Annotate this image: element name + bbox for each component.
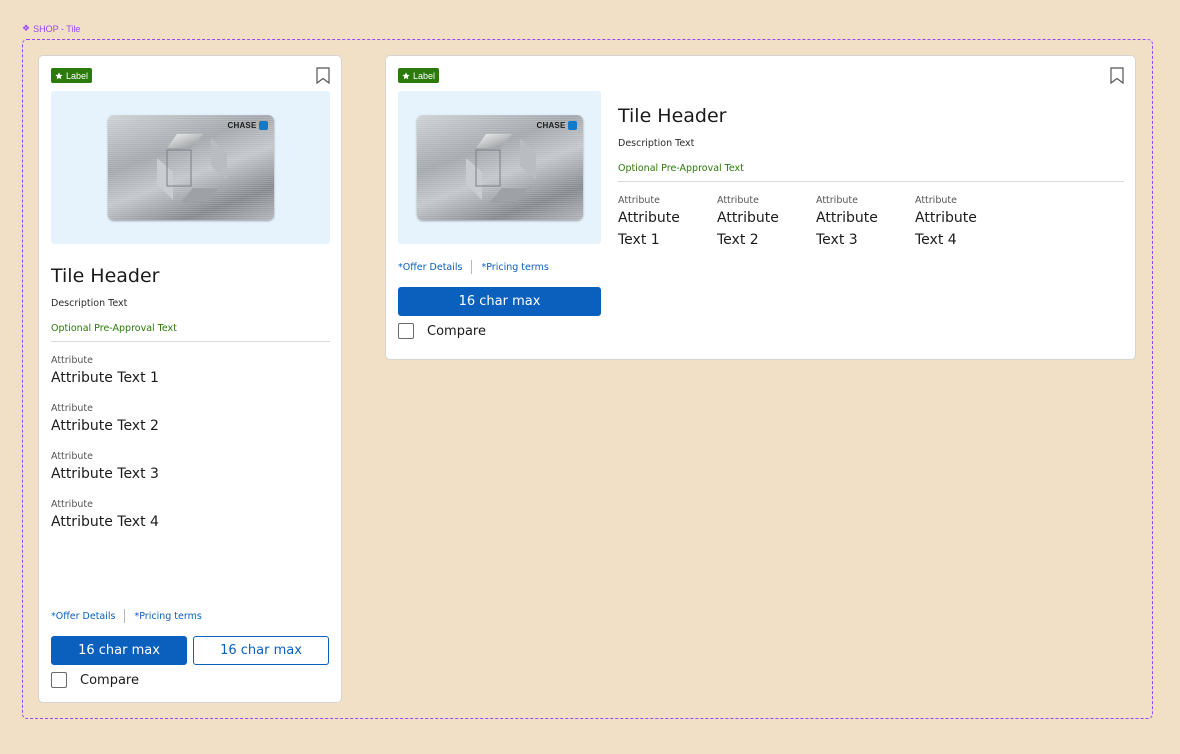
compare-label: Compare <box>427 323 486 339</box>
compare-label: Compare <box>80 672 139 688</box>
primary-cta-button[interactable]: 16 char max <box>51 636 187 665</box>
attribute-value-4: Attribute Text 4 <box>51 514 159 530</box>
compare-checkbox[interactable]: Compare <box>51 672 139 688</box>
checkbox-icon[interactable] <box>51 672 67 688</box>
secondary-cta-button[interactable]: 16 char max <box>193 636 329 665</box>
divider <box>618 181 1124 182</box>
divider <box>51 341 330 342</box>
description-text: Description Text <box>618 138 695 149</box>
tile-header: Tile Header <box>618 105 727 127</box>
attribute-label-1: Attribute <box>618 195 660 206</box>
octagon-logo-icon <box>465 134 536 202</box>
card-brand-text: CHASE <box>227 121 257 130</box>
frame-label-text: SHOP - Tile <box>33 23 81 34</box>
bookmark-icon[interactable] <box>1110 67 1124 84</box>
card-brand-text: CHASE <box>536 121 566 130</box>
pricing-terms-link[interactable]: *Pricing terms <box>134 611 201 622</box>
star-icon <box>55 71 63 79</box>
pricing-terms-link[interactable]: *Pricing terms <box>481 262 548 273</box>
label-badge: Label <box>398 68 440 83</box>
card-brand: CHASE <box>227 121 268 130</box>
attribute-label-1: Attribute <box>51 355 93 366</box>
offer-details-link[interactable]: *Offer Details <box>398 262 462 273</box>
attribute-label-2: Attribute <box>51 403 93 414</box>
attribute-value-3-line1: Attribute <box>816 210 878 226</box>
attribute-value-2-line1: Attribute <box>717 210 779 226</box>
credit-card-image: CHASE <box>107 115 274 220</box>
compare-checkbox[interactable]: Compare <box>398 323 486 339</box>
link-separator <box>471 260 473 274</box>
attribute-value-1-line1: Attribute <box>618 210 680 226</box>
brand-octagon-icon <box>567 121 577 130</box>
card-brand: CHASE <box>536 121 577 130</box>
attribute-label-3: Attribute <box>816 195 858 206</box>
label-badge: Label <box>51 68 93 83</box>
attribute-value-2: Attribute Text 2 <box>51 418 159 434</box>
attribute-value-2-line2: Text 2 <box>717 232 759 248</box>
attribute-value-4-line2: Text 4 <box>915 232 957 248</box>
tile-header: Tile Header <box>51 265 160 287</box>
attribute-value-1: Attribute Text 1 <box>51 370 159 386</box>
vertical-tile: Label CHASE Tile Header Description Text… <box>38 55 342 703</box>
pre-approval-text: Optional Pre-Approval Text <box>618 163 744 174</box>
checkbox-icon[interactable] <box>398 323 414 339</box>
attribute-label-2: Attribute <box>717 195 759 206</box>
pre-approval-text: Optional Pre-Approval Text <box>51 323 177 334</box>
attribute-value-3: Attribute Text 3 <box>51 466 159 482</box>
attribute-label-3: Attribute <box>51 451 93 462</box>
offer-details-link[interactable]: *Offer Details <box>51 611 115 622</box>
horizontal-tile: Label CHASE Tile Header Description Text… <box>385 55 1136 360</box>
description-text: Description Text <box>51 298 128 309</box>
tile-links: *Offer Details *Pricing terms <box>51 609 202 623</box>
attribute-label-4: Attribute <box>915 195 957 206</box>
frame-label: ❖ SHOP - Tile <box>22 23 80 34</box>
card-art: CHASE <box>51 91 330 244</box>
brand-octagon-icon <box>258 121 268 130</box>
attribute-value-3-line2: Text 3 <box>816 232 858 248</box>
tile-links: *Offer Details *Pricing terms <box>398 260 549 274</box>
attribute-value-1-line2: Text 1 <box>618 232 660 248</box>
label-badge-text: Label <box>66 70 89 81</box>
attribute-value-4-line1: Attribute <box>915 210 977 226</box>
component-diamond-icon: ❖ <box>22 23 31 33</box>
star-icon <box>402 71 410 79</box>
credit-card-image: CHASE <box>416 115 583 220</box>
label-badge-text: Label <box>413 70 436 81</box>
octagon-logo-icon <box>156 134 227 202</box>
link-separator <box>124 609 126 623</box>
card-art: CHASE <box>398 91 601 244</box>
primary-cta-button[interactable]: 16 char max <box>398 287 601 316</box>
attribute-label-4: Attribute <box>51 499 93 510</box>
bookmark-icon[interactable] <box>316 67 330 84</box>
